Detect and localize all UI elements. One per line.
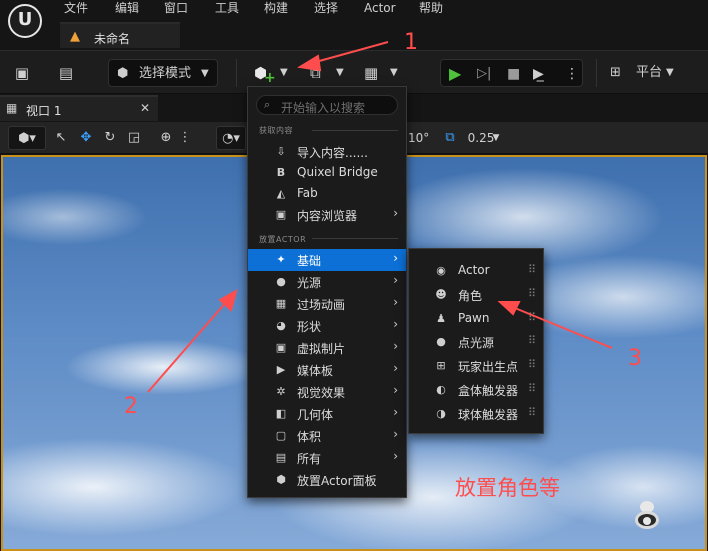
annotation-caption: 放置角色等	[455, 476, 560, 500]
annotation-number-1: 1	[404, 30, 418, 55]
arrow-1-head	[297, 54, 322, 72]
arrow-3-head	[497, 301, 521, 316]
arrow-1	[311, 41, 389, 64]
arrow-2	[147, 299, 229, 393]
annotation-number-3: 3	[628, 346, 642, 371]
arrow-3	[509, 305, 613, 349]
annotation-arrows	[147, 41, 613, 393]
annotation-number-2: 2	[124, 394, 138, 419]
